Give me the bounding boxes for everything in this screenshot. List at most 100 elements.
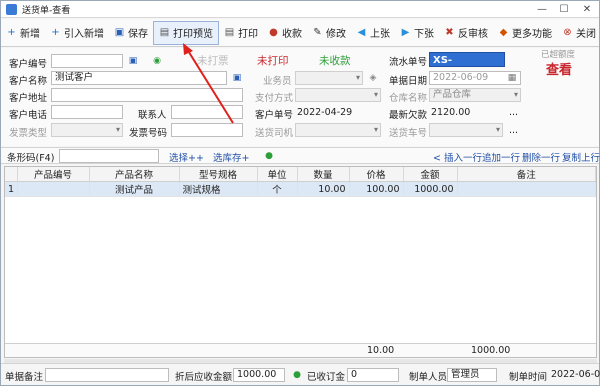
toolbar: + 新增 + 引入新增 ▣ 保存 ▤ 打印预览 ▤ 打印 ● 收款 ✎ 修改 ◀ 上张 ▶ 下张 ✖ 反审核 ◆ 更多功能… xyxy=(1,19,599,47)
cell-spec[interactable]: 测试规格 xyxy=(179,181,258,197)
cell-idx[interactable]: 1 xyxy=(5,181,18,197)
warehouse-select[interactable]: 产品仓库 xyxy=(429,88,521,102)
column-header[interactable] xyxy=(5,167,18,182)
append-row-link[interactable]: 追加一行 xyxy=(482,150,520,164)
customer-addr-label: 客户地址 xyxy=(9,93,48,104)
column-header[interactable]: 产品编号 xyxy=(17,167,90,182)
salesman-select[interactable] xyxy=(295,71,363,85)
column-header[interactable]: 备注 xyxy=(457,167,596,182)
cell-note[interactable] xyxy=(457,181,596,197)
new-icon: + xyxy=(7,26,16,38)
vehicle-select[interactable] xyxy=(429,123,503,137)
globe-icon[interactable]: ● xyxy=(263,150,275,162)
column-header[interactable]: 型号规格 xyxy=(179,167,258,182)
deposit-input[interactable]: 0 xyxy=(347,368,399,382)
total-qty: 10.00 xyxy=(367,345,395,356)
product-grid[interactable]: 产品编号 产品名称 型号规格 单位 数量 价格 金额 备注 1 测试产品 测试规格个 10.00 10… xyxy=(4,166,597,358)
save-button-label: 保存 xyxy=(128,29,148,40)
unprinted-status: 未打印 xyxy=(257,55,289,67)
insert-row-link[interactable]: < 插入一行 xyxy=(433,150,482,164)
invoice-type-select[interactable] xyxy=(51,123,123,137)
barcode-input[interactable] xyxy=(59,149,159,163)
calendar-icon[interactable]: ▦ xyxy=(506,72,518,84)
prev-record-icon: ◀ xyxy=(357,26,366,38)
minimize-icon[interactable]: — xyxy=(531,1,553,18)
serial-number-field[interactable]: XS-202206001 xyxy=(429,52,505,81)
delivery-note-window: 送货单-查看 — ☐ ✕ + 新增 + 引入新增 ▣ 保存 ▤ 打印预览 ▤ 打印 ● 收款 ✎ 修改 ◀ 上… xyxy=(0,0,600,386)
column-header[interactable]: 数量 xyxy=(297,167,350,182)
receivable-input[interactable]: 1000.00 xyxy=(233,368,285,382)
print-preview-icon: ▤ xyxy=(159,26,170,38)
print-icon: ▤ xyxy=(224,26,235,38)
barcode-label: 条形码(F4) xyxy=(7,153,55,164)
customer-addr-input[interactable] xyxy=(51,88,243,102)
refresh-icon[interactable]: ◉ xyxy=(151,55,163,67)
cell-price[interactable]: 100.00 xyxy=(349,181,404,197)
invoice-no-input[interactable] xyxy=(171,123,243,137)
select-more-link[interactable]: 选择++ xyxy=(169,150,204,164)
print-preview-button[interactable]: ▤ 打印预览 xyxy=(153,20,219,45)
edit-button[interactable]: ✎ 修改 xyxy=(307,21,351,45)
table-row[interactable]: 1 测试产品 测试规格个 10.00 100.00 1000.00 xyxy=(5,181,596,197)
customer-phone-input[interactable] xyxy=(51,105,123,119)
import-new-button[interactable]: + 引入新增 xyxy=(45,21,109,45)
more-functions-button[interactable]: ◆ 更多功能 xyxy=(493,21,557,45)
unapprove-button[interactable]: ✖ 反审核 xyxy=(439,21,493,45)
close-button[interactable]: ⊗ 关闭 xyxy=(557,21,600,45)
print-button[interactable]: ▤ 打印 xyxy=(219,21,263,45)
import-new-button-label: 引入新增 xyxy=(64,29,104,40)
serial-label: 流水单号 xyxy=(389,57,428,68)
customer-phone-label: 客户电话 xyxy=(9,110,48,121)
delete-row-link[interactable]: 删除一行 xyxy=(522,150,560,164)
unprinted-invoice-status: 未打票 xyxy=(197,55,229,67)
creator-label: 制单人员 xyxy=(409,372,448,383)
vehicle-more-button[interactable]: ... xyxy=(509,125,518,136)
next-record-button-label: 下张 xyxy=(414,29,434,40)
column-header[interactable]: 价格 xyxy=(349,167,404,182)
driver-select[interactable] xyxy=(295,123,381,137)
close-window-icon[interactable]: ✕ xyxy=(576,1,598,18)
view-stamp: 查看 xyxy=(546,63,573,78)
customer-no-input[interactable] xyxy=(51,54,123,68)
create-time-label: 制单时间 xyxy=(509,372,548,383)
copy-row-link[interactable]: 复制上行 xyxy=(562,150,600,164)
select-inventory-link[interactable]: 选库存+ xyxy=(213,150,249,164)
invoice-no-label: 发票号码 xyxy=(129,128,168,139)
vehicle-label: 送货车号 xyxy=(389,128,428,139)
more-functions-button-label: 更多功能 xyxy=(512,29,552,40)
contact-input[interactable] xyxy=(171,105,243,119)
customer-lookup-icon[interactable]: ▣ xyxy=(231,72,243,84)
print-preview-button-label: 打印预览 xyxy=(173,29,213,40)
deposit-label: 已收订金 xyxy=(307,372,346,383)
cell-code[interactable] xyxy=(17,181,90,197)
invoice-type-label: 发票类型 xyxy=(9,128,48,139)
customer-name-input[interactable]: 测试客户 xyxy=(51,71,227,85)
maximize-icon[interactable]: ☐ xyxy=(553,1,575,18)
new-button[interactable]: + 新增 xyxy=(1,21,45,45)
next-record-button[interactable]: ▶ 下张 xyxy=(395,21,439,45)
edit-icon: ✎ xyxy=(313,26,322,38)
cell-unit[interactable]: 个 xyxy=(257,181,298,197)
remark-input[interactable] xyxy=(45,368,169,382)
debt-more-button[interactable]: ... xyxy=(509,107,518,118)
payment-select[interactable] xyxy=(295,88,381,102)
salesman-lookup-icon[interactable]: ◈ xyxy=(367,72,379,84)
customer-order-value: 2022-04-29 xyxy=(297,107,353,118)
cell-amount[interactable]: 1000.00 xyxy=(403,181,458,197)
save-button[interactable]: ▣ 保存 xyxy=(109,21,153,45)
column-header[interactable]: 金额 xyxy=(403,167,458,182)
collect-payment-icon: ● xyxy=(269,26,278,38)
column-header[interactable]: 单位 xyxy=(257,167,298,182)
creator-input[interactable]: 管理员 xyxy=(447,368,497,382)
cell-qty[interactable]: 10.00 xyxy=(297,181,350,197)
grid-totals: 10.00 1000.00 xyxy=(5,343,596,357)
column-header[interactable]: 产品名称 xyxy=(89,167,180,182)
prev-record-button[interactable]: ◀ 上张 xyxy=(351,21,395,45)
collect-payment-button-label: 收款 xyxy=(282,29,302,40)
search-icon[interactable]: ▣ xyxy=(127,55,139,67)
print-button-label: 打印 xyxy=(238,29,258,40)
status-icon: ● xyxy=(293,370,301,380)
close-button-label: 关闭 xyxy=(576,29,596,40)
cell-name[interactable]: 测试产品 xyxy=(89,181,180,197)
collect-payment-button[interactable]: ● 收款 xyxy=(263,21,307,45)
